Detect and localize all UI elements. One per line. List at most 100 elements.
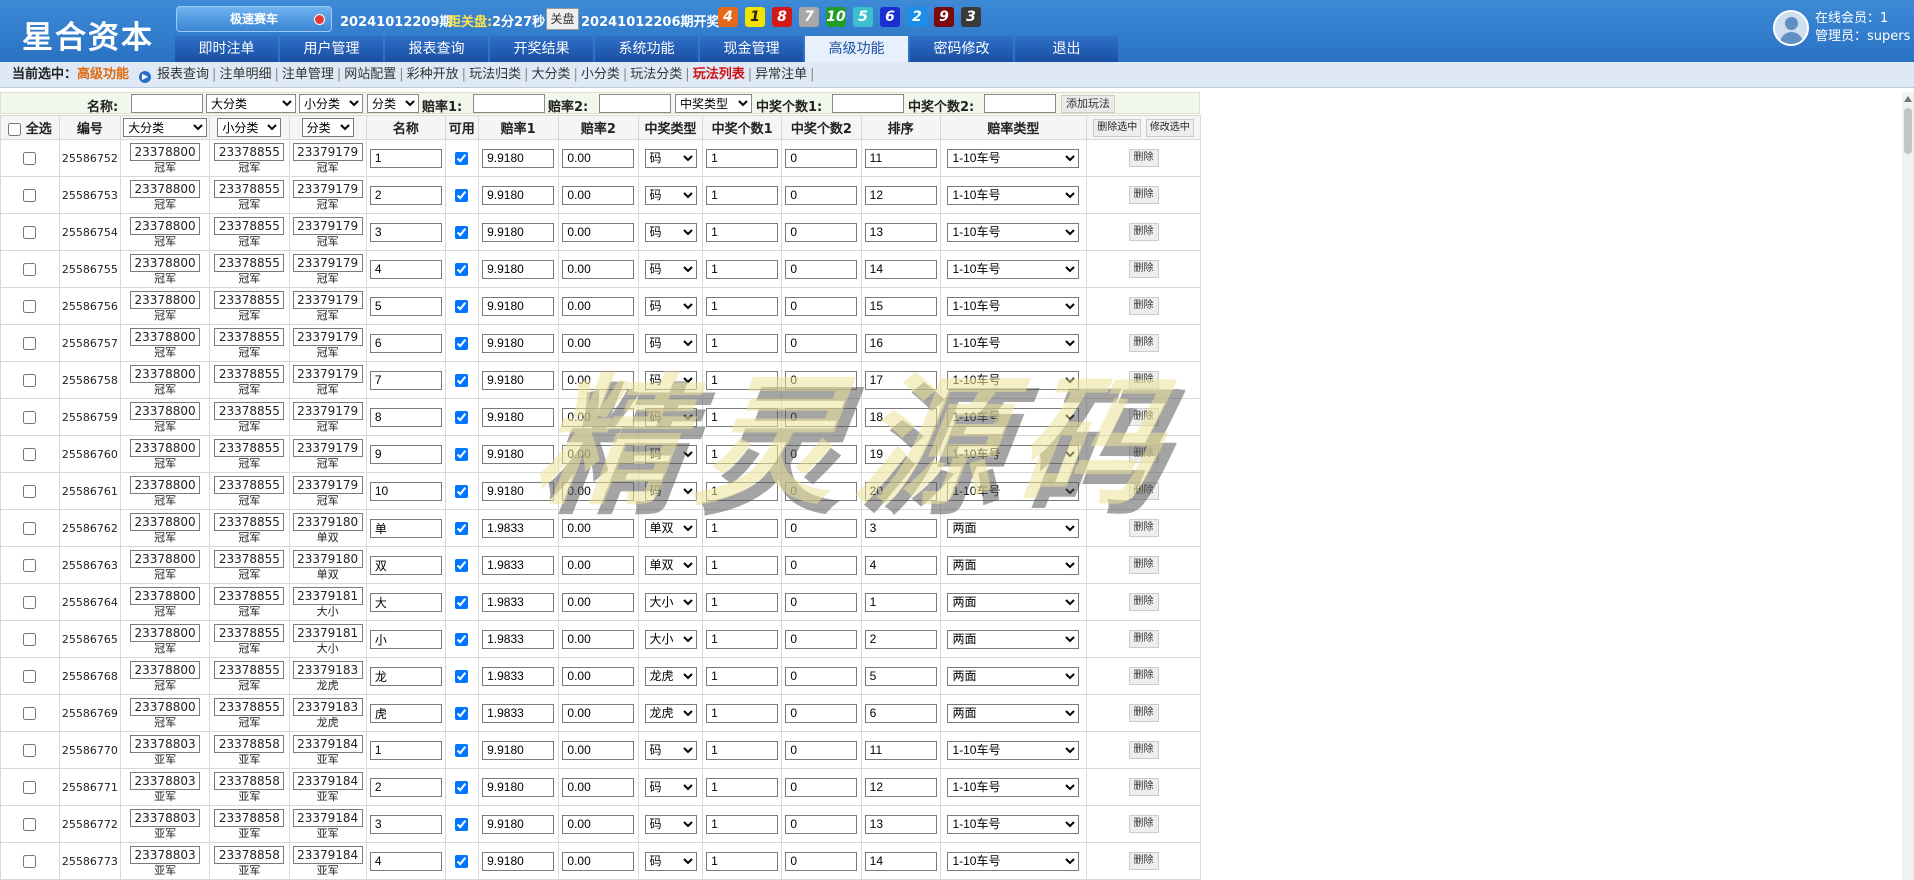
count1-field[interactable]	[706, 814, 779, 834]
prize-type-field[interactable]: 码	[644, 814, 697, 834]
row-checkbox[interactable]	[23, 670, 37, 683]
cat1-code[interactable]: 23378800	[130, 512, 201, 531]
cat3-code[interactable]: 23379179	[292, 253, 363, 272]
cat3-code[interactable]: 23379179	[292, 438, 363, 457]
odds2-field[interactable]	[562, 592, 635, 612]
row-checkbox[interactable]	[23, 189, 37, 202]
odds1-field[interactable]	[482, 555, 555, 575]
count2-field[interactable]	[785, 851, 858, 871]
sub-nav-link[interactable]: 报表查询	[157, 67, 209, 82]
cat2-code[interactable]: 23378855	[214, 623, 285, 642]
cat2-code[interactable]: 23378855	[214, 512, 285, 531]
cat2-code[interactable]: 23378858	[214, 734, 285, 753]
prize-type-field[interactable]: 码	[644, 851, 697, 871]
delete-selected-button[interactable]: 删除选中	[1093, 118, 1142, 137]
add-play-button[interactable]: 添加玩法	[1061, 95, 1115, 113]
prize-type-field[interactable]: 单双	[644, 555, 697, 575]
cat2-code[interactable]: 23378855	[214, 216, 285, 235]
enabled-checkbox[interactable]	[455, 707, 469, 720]
cat2-code[interactable]: 23378855	[214, 327, 285, 346]
odds-type-field[interactable]: 两面	[947, 703, 1080, 723]
odds-type-field[interactable]: 1-10车号	[947, 222, 1080, 242]
cat3-code[interactable]: 23379183	[292, 660, 363, 679]
count2-field[interactable]	[785, 629, 858, 649]
cat2-code[interactable]: 23378858	[214, 771, 285, 790]
odds2-field[interactable]	[562, 148, 635, 168]
delete-button[interactable]: 删除	[1128, 852, 1159, 870]
name-field[interactable]	[369, 851, 442, 871]
name-field[interactable]	[369, 481, 442, 501]
cat2-code[interactable]: 23378855	[214, 179, 285, 198]
row-checkbox[interactable]	[23, 522, 37, 535]
odds2-field[interactable]	[562, 259, 635, 279]
odds1-field[interactable]	[482, 814, 555, 834]
enabled-checkbox[interactable]	[455, 818, 469, 831]
delete-button[interactable]: 删除	[1128, 667, 1159, 685]
sort-field[interactable]	[864, 592, 937, 612]
count1-input[interactable]	[832, 94, 904, 113]
name-field[interactable]	[369, 555, 442, 575]
cat3-code[interactable]: 23379179	[292, 216, 363, 235]
count1-field[interactable]	[706, 740, 779, 760]
odds2-field[interactable]	[562, 666, 635, 686]
odds2-field[interactable]	[562, 703, 635, 723]
enabled-checkbox[interactable]	[455, 448, 469, 461]
nav-tab-2[interactable]: 报表查询	[385, 36, 488, 62]
close-market-button[interactable]: 关盘	[546, 8, 579, 30]
name-field[interactable]	[369, 777, 442, 797]
cat1-code[interactable]: 23378800	[130, 179, 201, 198]
sub-nav-link[interactable]: 大分类	[531, 67, 570, 82]
row-checkbox[interactable]	[23, 633, 37, 646]
delete-button[interactable]: 删除	[1128, 149, 1159, 167]
odds-type-field[interactable]: 两面	[947, 592, 1080, 612]
delete-button[interactable]: 删除	[1128, 297, 1159, 315]
enabled-checkbox[interactable]	[455, 670, 469, 683]
cat2-code[interactable]: 23378855	[214, 586, 285, 605]
cat1-code[interactable]: 23378803	[130, 808, 201, 827]
name-field[interactable]	[369, 259, 442, 279]
odds2-field[interactable]	[562, 814, 635, 834]
count2-input[interactable]	[984, 94, 1056, 113]
odds-type-field[interactable]: 1-10车号	[947, 740, 1080, 760]
count1-field[interactable]	[706, 222, 779, 242]
row-checkbox[interactable]	[23, 300, 37, 313]
scroll-up-icon[interactable]	[1904, 96, 1912, 102]
row-checkbox[interactable]	[23, 152, 37, 165]
sub-nav-link[interactable]: 注单管理	[282, 67, 334, 82]
odds-type-field[interactable]: 1-10车号	[947, 259, 1080, 279]
cat1-code[interactable]: 23378800	[130, 438, 201, 457]
odds2-field[interactable]	[562, 296, 635, 316]
cat3-code[interactable]: 23379180	[292, 512, 363, 531]
count2-field[interactable]	[785, 296, 858, 316]
count1-field[interactable]	[706, 592, 779, 612]
name-field[interactable]	[369, 592, 442, 612]
count1-field[interactable]	[706, 629, 779, 649]
cat1-code[interactable]: 23378800	[130, 142, 201, 161]
row-checkbox[interactable]	[23, 855, 37, 868]
delete-button[interactable]: 删除	[1128, 704, 1159, 722]
count1-field[interactable]	[706, 259, 779, 279]
odds1-field[interactable]	[482, 222, 555, 242]
enabled-checkbox[interactable]	[455, 337, 469, 350]
cat2-select[interactable]: 小分类	[299, 94, 363, 113]
row-checkbox[interactable]	[23, 448, 37, 461]
count2-field[interactable]	[785, 814, 858, 834]
nav-tab-4[interactable]: 系统功能	[595, 36, 698, 62]
delete-button[interactable]: 删除	[1128, 815, 1159, 833]
prize-type-field[interactable]: 码	[644, 777, 697, 797]
odds2-field[interactable]	[562, 740, 635, 760]
prize-type-field[interactable]: 码	[644, 740, 697, 760]
cat1-code[interactable]: 23378800	[130, 586, 201, 605]
odds2-field[interactable]	[562, 555, 635, 575]
cat3-select[interactable]: 分类	[367, 94, 419, 113]
cat1-code[interactable]: 23378800	[130, 475, 201, 494]
cat2-code[interactable]: 23378855	[214, 475, 285, 494]
count2-field[interactable]	[785, 259, 858, 279]
sort-field[interactable]	[864, 814, 937, 834]
cat1-code[interactable]: 23378803	[130, 845, 201, 864]
cat1-code[interactable]: 23378803	[130, 734, 201, 753]
cat3-code[interactable]: 23379179	[292, 179, 363, 198]
row-checkbox[interactable]	[23, 263, 37, 276]
odds1-input[interactable]	[473, 94, 545, 113]
nav-tab-1[interactable]: 用户管理	[280, 36, 383, 62]
